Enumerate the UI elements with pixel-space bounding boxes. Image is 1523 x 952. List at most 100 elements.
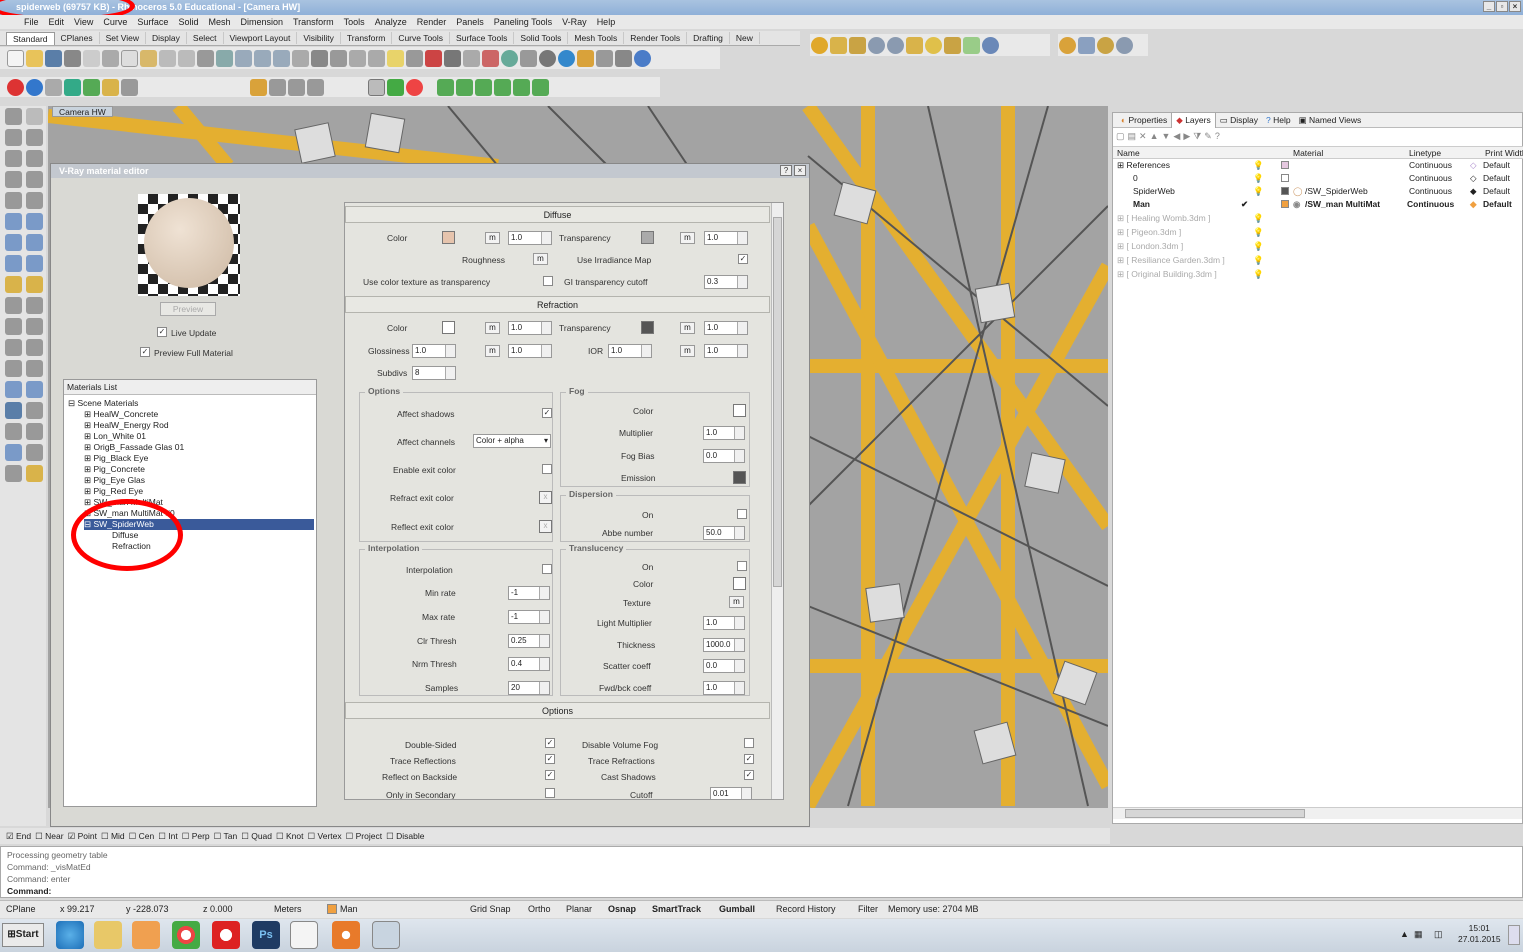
start-button[interactable]: ⊞Start <box>2 923 44 947</box>
menu-analyze[interactable]: Analyze <box>375 17 407 27</box>
samples-spinner[interactable]: 20 <box>508 681 550 695</box>
ior-map-spinner[interactable]: 1.0 <box>704 344 748 358</box>
diffuse-header[interactable]: Diffuse <box>345 206 770 223</box>
new-sublayer-icon[interactable]: ▤ <box>1128 131 1137 142</box>
vray-dome-icon[interactable] <box>944 36 961 54</box>
fog-multiplier-spinner[interactable]: 1.0 <box>703 426 745 440</box>
anim-last-icon[interactable] <box>532 78 549 96</box>
osnap-tan[interactable]: ☐ Tan <box>214 831 238 842</box>
rhino-icon[interactable] <box>290 921 318 949</box>
refraction-map-button[interactable]: m <box>485 322 500 334</box>
refraction-transparency-swatch[interactable] <box>641 321 654 334</box>
building-icon[interactable] <box>1078 36 1095 54</box>
analyze-icon[interactable] <box>26 423 43 440</box>
tab-visibility[interactable]: Visibility <box>297 32 341 44</box>
menu-render[interactable]: Render <box>417 17 447 27</box>
bulb-icon[interactable]: 💡 <box>1253 240 1264 253</box>
scale-icon[interactable] <box>26 381 43 398</box>
new-layer-icon[interactable]: ▢ <box>1116 131 1125 142</box>
fog-bias-spinner[interactable]: 0.0 <box>703 449 745 463</box>
minimize-button[interactable]: _ <box>1483 1 1495 12</box>
hide-icon[interactable] <box>368 49 385 67</box>
current-layer[interactable]: Man <box>340 904 358 914</box>
bulb-icon[interactable]: 💡 <box>1253 212 1264 225</box>
split-icon[interactable] <box>26 297 43 314</box>
menu-vray[interactable]: V-Ray <box>562 17 587 27</box>
move-up-icon[interactable]: ▲ <box>1150 131 1159 141</box>
material-item[interactable]: ⊞ Pig_Eye Glas <box>84 475 145 486</box>
br-icon[interactable] <box>1116 36 1133 54</box>
trim-icon[interactable] <box>5 297 22 314</box>
affect-shadows-checkbox[interactable]: ✓ <box>542 408 552 418</box>
annotation-icon[interactable] <box>26 465 43 482</box>
glossiness-map-spinner[interactable]: 1.0 <box>508 344 552 358</box>
blender-icon[interactable] <box>332 921 360 949</box>
osnap-end[interactable]: ☑ End <box>6 831 31 842</box>
viewport-label[interactable]: Camera HW <box>52 106 113 117</box>
show-desktop-button[interactable] <box>1508 925 1520 945</box>
chair-icon[interactable] <box>269 78 286 96</box>
osnap-point[interactable]: ☑ Point <box>68 831 97 842</box>
loft-icon[interactable] <box>26 213 43 230</box>
filter-toggle[interactable]: Filter <box>858 904 878 914</box>
material-item[interactable]: ⊞ HealW_Energy Rod <box>84 420 169 431</box>
cplane-icon[interactable] <box>330 49 347 67</box>
grid-icon[interactable] <box>311 49 328 67</box>
tab-surface-tools[interactable]: Surface Tools <box>450 32 515 44</box>
table-row-current[interactable]: Man ✔ ◉ /SW_man MultiMat Continuous ◆ De… <box>1113 198 1523 211</box>
tray-arrow-icon[interactable]: ▲ <box>1400 929 1409 939</box>
move-down-icon[interactable]: ▼ <box>1162 131 1171 141</box>
block-icon[interactable] <box>5 402 22 419</box>
media-player-icon[interactable] <box>132 921 160 949</box>
glossiness-spinner[interactable]: 1.0 <box>412 344 456 358</box>
scene-materials-node[interactable]: ⊟ Scene Materials <box>68 398 138 409</box>
join-icon[interactable] <box>5 318 22 335</box>
sweep-icon[interactable] <box>5 444 22 461</box>
sketch-icon[interactable] <box>250 78 267 96</box>
osnap-vertex[interactable]: ☐ Vertex <box>308 831 342 842</box>
check-icon[interactable] <box>26 444 43 461</box>
gi-cutoff-spinner[interactable]: 0.3 <box>704 275 748 289</box>
menu-tools[interactable]: Tools <box>344 17 365 27</box>
osnap-perp[interactable]: ☐ Perp <box>182 831 210 842</box>
material-item[interactable]: ⊞ HealW_Concrete <box>84 409 158 420</box>
settings-icon[interactable] <box>596 49 613 67</box>
anim-prev-icon[interactable] <box>475 78 492 96</box>
ior-map-button[interactable]: m <box>680 345 695 357</box>
refraction-transparency-spinner[interactable]: 1.0 <box>704 321 748 335</box>
osnap-cen[interactable]: ☐ Cen <box>129 831 155 842</box>
material-item[interactable]: ⊞ Pig_Red Eye <box>84 486 143 497</box>
layer-icon[interactable] <box>425 49 442 67</box>
menu-help[interactable]: Help <box>597 17 616 27</box>
bulb-icon[interactable]: 💡 <box>1253 268 1264 281</box>
translucency-on-checkbox[interactable] <box>737 561 747 571</box>
menu-file[interactable]: File <box>24 17 39 27</box>
menu-transform[interactable]: Transform <box>293 17 334 27</box>
surface-icon[interactable] <box>5 213 22 230</box>
tab-viewport-layout[interactable]: Viewport Layout <box>224 32 298 44</box>
light-tool-icon[interactable] <box>5 276 22 293</box>
solid-box-icon[interactable] <box>5 234 22 251</box>
trace-refractions-checkbox[interactable]: ✓ <box>744 754 754 764</box>
viewport-icon[interactable] <box>292 49 309 67</box>
table-row[interactable]: 0 💡 Continuous ◇ Default <box>1113 172 1523 185</box>
menu-dimension[interactable]: Dimension <box>240 17 283 27</box>
color-texture-transparency-checkbox[interactable] <box>543 276 553 286</box>
nrm-thresh-spinner[interactable]: 0.4 <box>508 657 550 671</box>
panel-tab-display[interactable]: ▭ Display <box>1216 113 1262 128</box>
chrome-icon[interactable] <box>172 921 200 949</box>
panel-tab-properties[interactable]: ◐ Properties <box>1117 113 1171 127</box>
menu-mesh[interactable]: Mesh <box>208 17 230 27</box>
ruler-icon[interactable] <box>26 402 43 419</box>
layer-color-swatch[interactable] <box>1281 200 1289 208</box>
layer-help-icon[interactable]: ? <box>1215 131 1220 141</box>
funnel-icon[interactable] <box>64 78 81 96</box>
options-header[interactable]: Options <box>345 702 770 719</box>
network-icon[interactable]: ▦ <box>1414 929 1423 940</box>
clock[interactable]: 15:01 27.01.2015 <box>1458 923 1501 945</box>
vray-rt-icon[interactable] <box>887 36 904 54</box>
select-arrow-icon[interactable] <box>5 108 22 125</box>
bulb-icon[interactable]: 💡 <box>1253 254 1264 267</box>
subdivs-spinner[interactable]: 8 <box>412 366 456 380</box>
move-icon[interactable] <box>5 381 22 398</box>
